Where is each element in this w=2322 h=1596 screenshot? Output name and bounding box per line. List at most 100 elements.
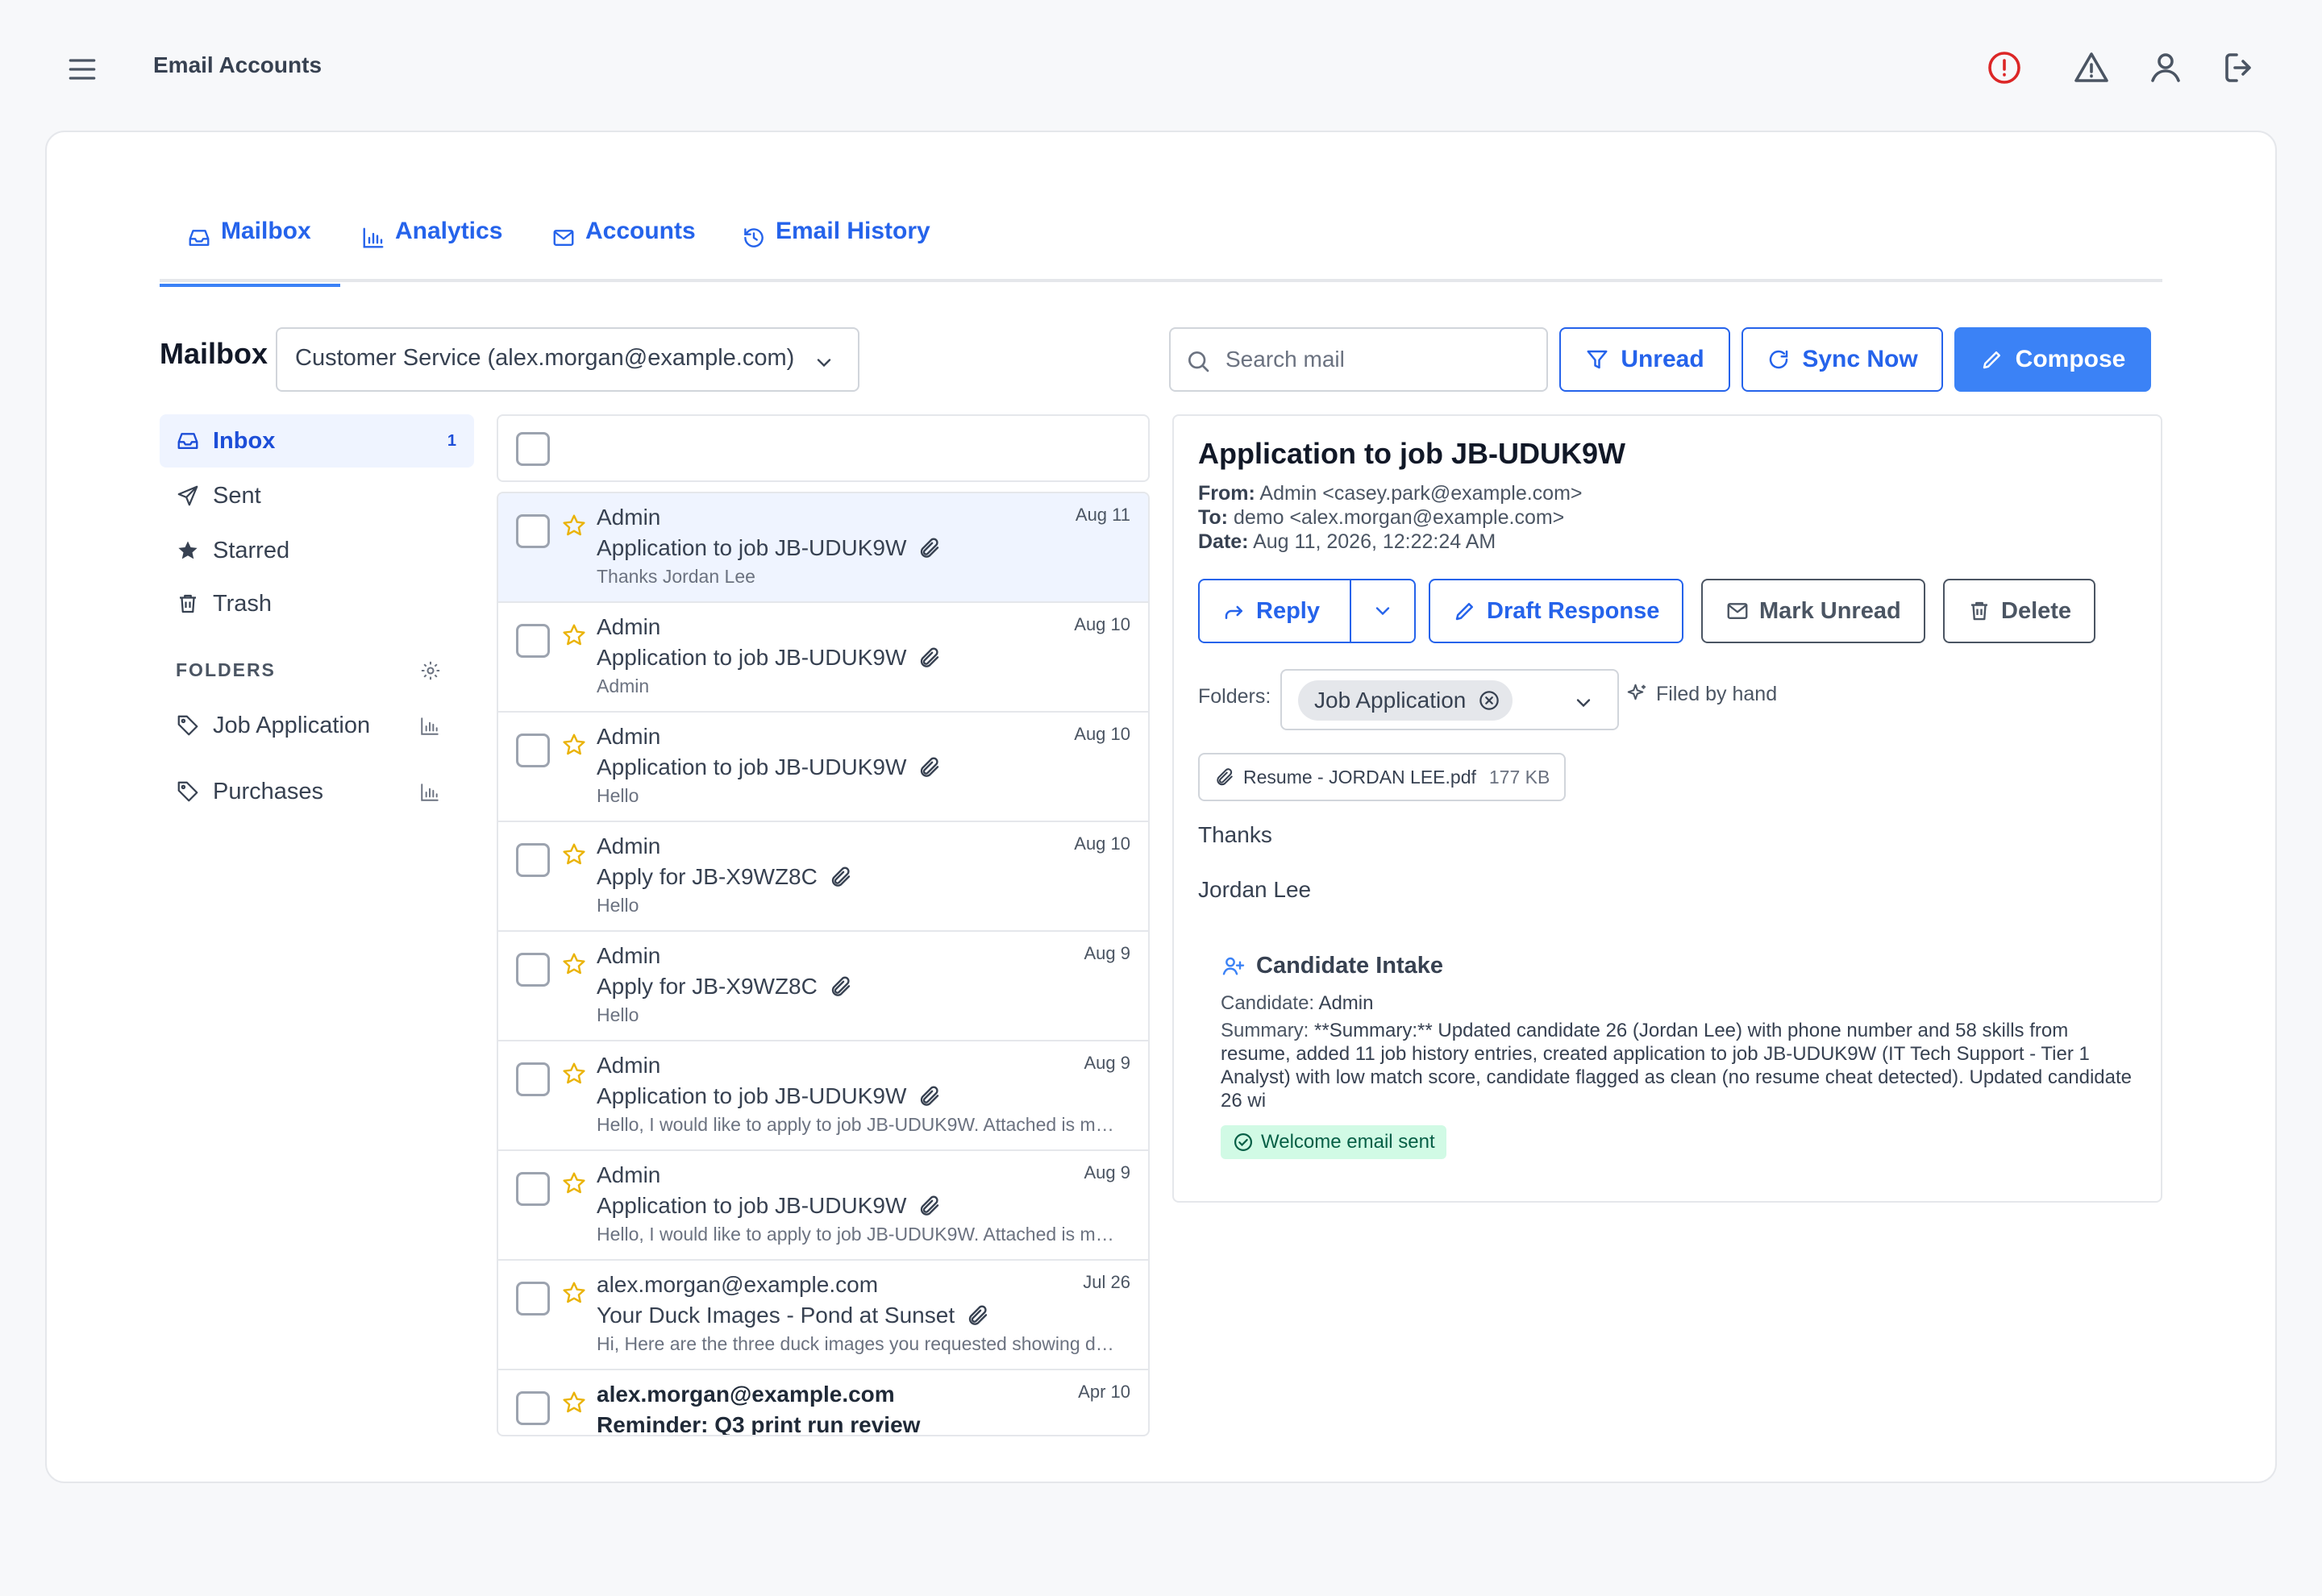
star-icon[interactable]	[561, 1061, 587, 1087]
tab-analytics[interactable]: Analytics	[361, 218, 502, 279]
folder-analytics-icon[interactable]	[419, 716, 440, 737]
message-date: Aug 10	[1074, 833, 1130, 854]
message-row[interactable]: Admin Aug 10 Application to job JB-UDUK9W A…	[498, 603, 1148, 713]
message-row[interactable]: Admin Aug 10 Apply for JB-X9WZ8C Hello	[498, 822, 1148, 932]
message-checkbox[interactable]	[516, 843, 550, 877]
chevron-down-icon	[1375, 607, 1390, 616]
refresh-icon	[1770, 350, 1788, 369]
star-icon[interactable]	[561, 732, 587, 758]
message-row[interactable]: Admin Aug 9 Apply for JB-X9WZ8C Hello	[498, 932, 1148, 1041]
sync-now-button[interactable]: Sync Now	[1742, 327, 1943, 392]
candidate-intake-heading: Candidate Intake	[1221, 953, 1443, 979]
message-row[interactable]: Admin Aug 11 Application to job JB-UDUK9W T…	[498, 493, 1148, 603]
select-all-checkbox[interactable]	[516, 432, 550, 466]
star-icon[interactable]	[561, 842, 587, 867]
nav-starred[interactable]: Starred	[160, 524, 474, 577]
star-icon[interactable]	[561, 1280, 587, 1306]
folder-job-application[interactable]: Job Application	[160, 701, 474, 750]
search-input[interactable]	[1226, 343, 1532, 376]
message-subject: Your Duck Images - Pond at Sunset	[597, 1303, 990, 1328]
summary-text: Summary: **Summary:** Updated candidate …	[1221, 1020, 2132, 1112]
message-sender: Admin	[597, 1162, 661, 1187]
tab-email-history[interactable]: Email History	[742, 218, 930, 279]
logout-icon[interactable]	[2220, 48, 2259, 87]
message-row[interactable]: Admin Aug 9 Application to job JB-UDUK9W He…	[498, 1151, 1148, 1261]
compose-button[interactable]: Compose	[1954, 327, 2151, 392]
message-preview: Admin	[597, 675, 650, 696]
inbox-icon	[177, 433, 198, 449]
message-checkbox[interactable]	[516, 1391, 550, 1425]
star-icon[interactable]	[561, 951, 587, 977]
folders-select[interactable]: Job Application	[1280, 669, 1619, 730]
top-bar: Email Accounts	[0, 0, 2322, 131]
message-date: Apr 10	[1078, 1382, 1130, 1402]
chevron-down-icon	[817, 359, 831, 368]
tab-mailbox[interactable]: Mailbox	[160, 218, 340, 287]
message-checkbox[interactable]	[516, 1172, 550, 1206]
star-icon[interactable]	[561, 513, 587, 538]
message-sender: Admin	[597, 614, 661, 639]
folder-settings-icon[interactable]	[419, 659, 442, 682]
user-icon[interactable]	[2146, 48, 2185, 87]
message-row[interactable]: Admin Aug 9 Application to job JB-UDUK9W He…	[498, 1041, 1148, 1151]
tab-accounts[interactable]: Accounts	[551, 218, 696, 279]
reply-options-dropdown[interactable]	[1350, 579, 1416, 643]
menu-icon[interactable]	[64, 52, 100, 87]
message-subject: Application to job JB-UDUK9W	[597, 535, 942, 561]
warning-triangle-icon[interactable]	[2072, 48, 2111, 87]
message-from: From: Admin <casey.park@example.com>	[1198, 482, 1583, 505]
message-checkbox[interactable]	[516, 734, 550, 767]
message-subject: Apply for JB-X9WZ8C	[597, 974, 853, 1000]
nav-trash[interactable]: Trash	[160, 577, 474, 630]
mail-icon	[1727, 603, 1748, 619]
draft-response-button[interactable]: Draft Response	[1429, 579, 1684, 643]
trash-icon	[180, 594, 196, 613]
message-subject: Apply for JB-X9WZ8C	[597, 864, 853, 890]
message-checkbox[interactable]	[516, 624, 550, 658]
nav-inbox[interactable]: Inbox 1	[160, 414, 474, 468]
message-checkbox[interactable]	[516, 953, 550, 987]
sparkle-icon	[1627, 684, 1646, 700]
paperclip-icon	[921, 538, 939, 558]
tab-bar: Mailbox Analytics Accounts Email History	[160, 205, 2162, 287]
candidate-line: Candidate: Admin	[1221, 992, 1374, 1014]
paperclip-icon	[1217, 768, 1233, 786]
paperclip-icon	[921, 757, 939, 777]
message-row[interactable]: alex.morgan@example.com Jul 26 Your Duck I…	[498, 1261, 1148, 1370]
paperclip-icon	[921, 1086, 939, 1106]
message-subject: Application to job JB-UDUK9W	[597, 645, 942, 671]
message-checkbox[interactable]	[516, 1282, 550, 1315]
folder-purchases[interactable]: Purchases	[160, 767, 474, 816]
paperclip-icon	[831, 976, 851, 996]
message-subject: Application to job JB-UDUK9W	[1198, 437, 1625, 470]
star-icon[interactable]	[561, 622, 587, 648]
message-row[interactable]: Admin Aug 10 Application to job JB-UDUK9W H…	[498, 713, 1148, 822]
search-box[interactable]	[1169, 327, 1548, 392]
mark-unread-button[interactable]: Mark Unread	[1701, 579, 1925, 643]
inbox-icon	[189, 230, 210, 246]
message-list-header	[497, 414, 1150, 482]
message-list: Admin Aug 11 Application to job JB-UDUK9W T…	[497, 414, 1150, 1436]
message-subject: Application to job JB-UDUK9W	[597, 1083, 942, 1109]
delete-button[interactable]: Delete	[1943, 579, 2096, 643]
message-checkbox[interactable]	[516, 1062, 550, 1096]
alert-circle-icon[interactable]	[1985, 48, 2024, 87]
folder-chip: Job Application	[1298, 680, 1513, 721]
unread-filter-button[interactable]: Unread	[1559, 327, 1730, 392]
attachment-chip[interactable]: Resume - JORDAN LEE.pdf 177 KB	[1198, 753, 1567, 801]
nav-sent[interactable]: Sent	[160, 469, 474, 522]
message-row[interactable]: alex.morgan@example.com Apr 10 Reminder: Q…	[498, 1370, 1148, 1435]
remove-chip-icon[interactable]	[1477, 688, 1501, 713]
star-icon[interactable]	[561, 1170, 587, 1196]
star-icon[interactable]	[561, 1390, 587, 1415]
message-sender: Admin	[597, 833, 661, 858]
history-icon	[744, 228, 764, 247]
reply-button[interactable]: Reply	[1198, 579, 1351, 643]
message-sender: Admin	[597, 1053, 661, 1078]
message-preview: Hello	[597, 895, 639, 916]
folder-analytics-icon[interactable]	[419, 782, 440, 803]
message-subject: Application to job JB-UDUK9W	[597, 1193, 942, 1219]
message-checkbox[interactable]	[516, 514, 550, 548]
account-select[interactable]: Customer Service (alex.morgan@example.co…	[276, 327, 859, 392]
message-sender: Admin	[597, 943, 661, 968]
